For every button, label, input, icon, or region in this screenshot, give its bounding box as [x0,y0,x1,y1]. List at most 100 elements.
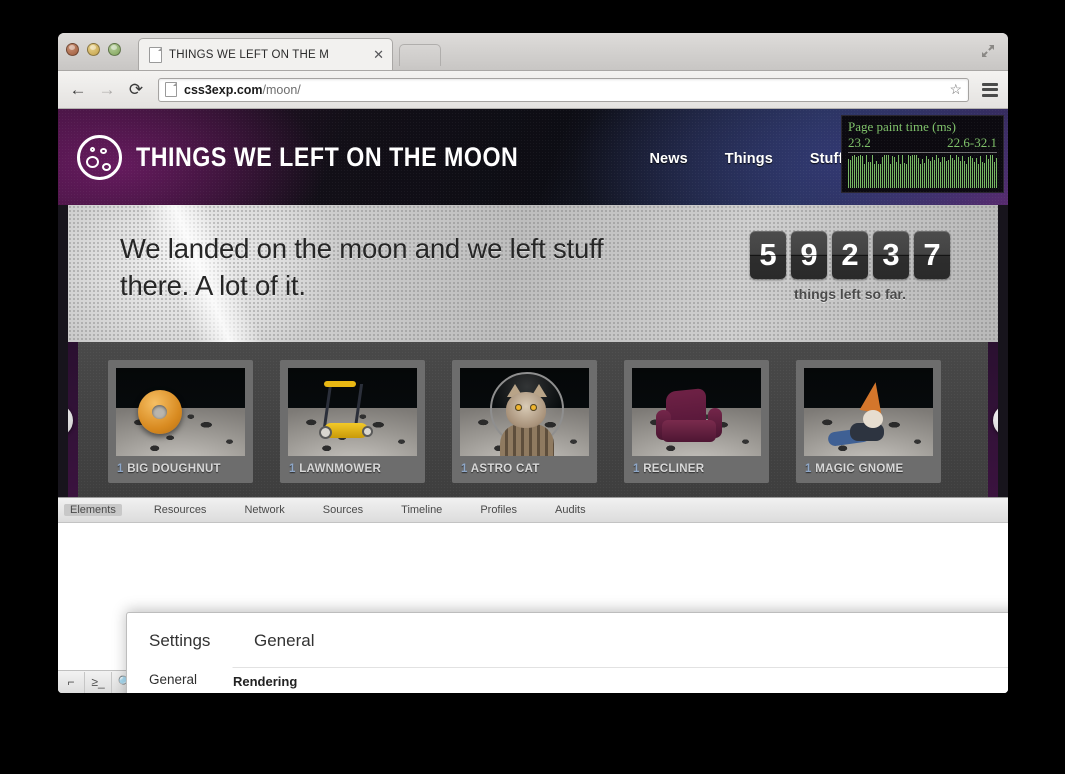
paint-graph-bar [850,160,851,188]
window-minimize-button[interactable] [87,43,100,56]
card-name: LAWNMOWER [299,463,382,475]
paint-divider [848,152,997,153]
paint-graph-bar [940,162,941,188]
nav-item-stuff[interactable]: Stuff [810,151,844,167]
paint-graph-bar [932,157,933,188]
card-photo [288,368,417,456]
devtools-tab-network[interactable]: Network [238,504,290,516]
paint-time-range: 22.6-32.1 [947,135,997,150]
paint-time-values: 23.2 22.6-32.1 [848,135,997,151]
window-controls [66,43,121,56]
paint-graph-bar [890,164,891,188]
paint-graph-bar [922,159,923,188]
settings-pane-title: General [254,631,315,650]
paint-time-current: 23.2 [848,135,871,150]
page-info-icon [165,82,177,97]
paint-time-graph [848,155,997,188]
list-item[interactable]: 1 LAWNMOWER [280,360,425,483]
paint-graph-bar [896,162,897,188]
console-icon[interactable]: ≥_ [85,671,112,693]
card-count: 1 [461,463,468,475]
paint-graph-bar [928,159,929,188]
paint-graph-bar [974,162,975,188]
hero-headline: We landed on the moon and we left stuff … [120,233,604,301]
paint-graph-bar [958,157,959,188]
paint-graph-bar [864,164,865,188]
browser-window: THINGS WE LEFT ON THE M ✕ ← → ⟳ css3exp.… [58,33,1008,693]
list-item[interactable]: 1 MAGIC GNOME [796,360,941,483]
counter-digit: 7 [914,231,950,279]
card-label: 1 ASTRO CAT [460,456,589,483]
address-bar[interactable]: css3exp.com/moon/ ☆ [158,77,969,102]
browser-tab-strip: THINGS WE LEFT ON THE M ✕ [58,33,1008,71]
list-item[interactable]: 1 RECLINER [624,360,769,483]
site-title: THINGS WE LEFT ON THE MOON [136,142,519,172]
settings-title: Settings [149,631,211,650]
devtools-tab-sources[interactable]: Sources [317,504,369,516]
window-close-button[interactable] [66,43,79,56]
devtools-tabbar: Elements Resources Network Sources Timel… [58,498,1008,523]
paint-graph-bar [972,158,973,188]
settings-header: Settings General ✕ [127,613,1008,651]
card-count: 1 [117,463,124,475]
paint-graph-bar [946,161,947,188]
devtools-tab-audits[interactable]: Audits [549,504,592,516]
paint-graph-bar [908,155,909,188]
forward-icon[interactable]: → [97,80,117,100]
lawnmower-icon [322,384,364,428]
bookmark-star-icon[interactable]: ☆ [949,81,962,98]
window-zoom-button[interactable] [108,43,121,56]
new-tab-button[interactable] [399,44,441,66]
paint-graph-bar [954,160,955,188]
paint-graph-bar [982,162,983,188]
paint-graph-bar [978,164,979,188]
paint-graph-bar [884,155,885,188]
card-label: 1 BIG DOUGHNUT [116,456,245,483]
devtools-tab-profiles[interactable]: Profiles [474,504,523,516]
counter-digit: 3 [873,231,909,279]
list-item[interactable]: 1 ASTRO CAT [452,360,597,483]
reload-icon[interactable]: ⟳ [126,80,146,100]
close-icon[interactable]: ✕ [371,48,386,61]
paint-graph-bar [856,157,857,188]
paint-graph-bar [992,155,993,188]
paint-graph-bar [960,161,961,188]
paint-graph-bar [866,155,867,188]
settings-section-title: Rendering [233,674,298,689]
paint-graph-bar [980,156,981,188]
maximize-icon[interactable] [980,43,996,59]
paint-graph-bar [934,160,935,188]
browser-tab[interactable]: THINGS WE LEFT ON THE M ✕ [138,38,393,70]
nav-item-news[interactable]: News [649,151,687,167]
paint-graph-bar [900,164,901,188]
cat-icon [506,392,546,428]
paint-graph-bar [886,155,887,188]
dock-to-side-icon[interactable]: ⌐ [58,671,85,693]
paint-graph-bar [894,157,895,188]
back-icon[interactable]: ← [68,80,88,100]
card-label: 1 RECLINER [632,456,761,483]
browser-tab-title: THINGS WE LEFT ON THE M [169,48,330,61]
paint-graph-bar [956,155,957,188]
paint-graph-bar [950,155,951,188]
url-host: css3exp.com [184,82,263,97]
hamburger-menu-icon[interactable] [982,82,998,97]
paint-graph-bar [970,156,971,188]
devtools-tab-timeline[interactable]: Timeline [395,504,448,516]
devtools-tab-resources[interactable]: Resources [148,504,213,516]
sidebar-item-general[interactable]: General [149,667,232,693]
devtools-tab-elements[interactable]: Elements [64,504,122,516]
paint-graph-bar [936,155,937,188]
paint-graph-bar [990,155,991,188]
paint-graph-bar [986,155,987,188]
paint-graph-bar [984,163,985,188]
settings-sidebar: General Overrides Shortcuts [127,667,232,693]
paint-graph-bar [906,164,907,188]
counter-digit: 9 [791,231,827,279]
list-item[interactable]: 1 BIG DOUGHNUT [108,360,253,483]
counter-digit: 5 [750,231,786,279]
nav-item-things[interactable]: Things [725,151,773,167]
paint-graph-bar [926,156,927,188]
paint-graph-bar [882,157,883,188]
site-brand[interactable]: THINGS WE LEFT ON THE MOON [77,135,581,180]
